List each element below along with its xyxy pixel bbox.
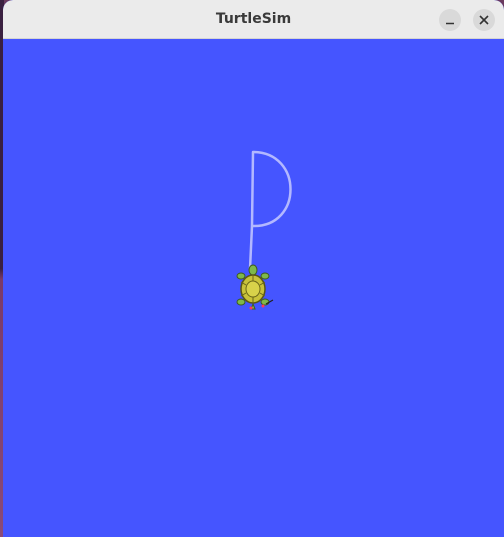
- minimize-button[interactable]: [439, 9, 461, 31]
- turtle: [236, 264, 274, 310]
- close-button[interactable]: [473, 9, 495, 31]
- window-titlebar[interactable]: TurtleSim: [3, 0, 504, 39]
- close-icon: [479, 15, 489, 25]
- window-title: TurtleSim: [215, 11, 292, 27]
- turtle-canvas: [3, 39, 504, 537]
- turtlesim-window: TurtleSim: [3, 0, 504, 537]
- canvas-drawing: [236, 150, 292, 310]
- pen-trail: [248, 150, 292, 271]
- minimize-icon: [446, 22, 454, 25]
